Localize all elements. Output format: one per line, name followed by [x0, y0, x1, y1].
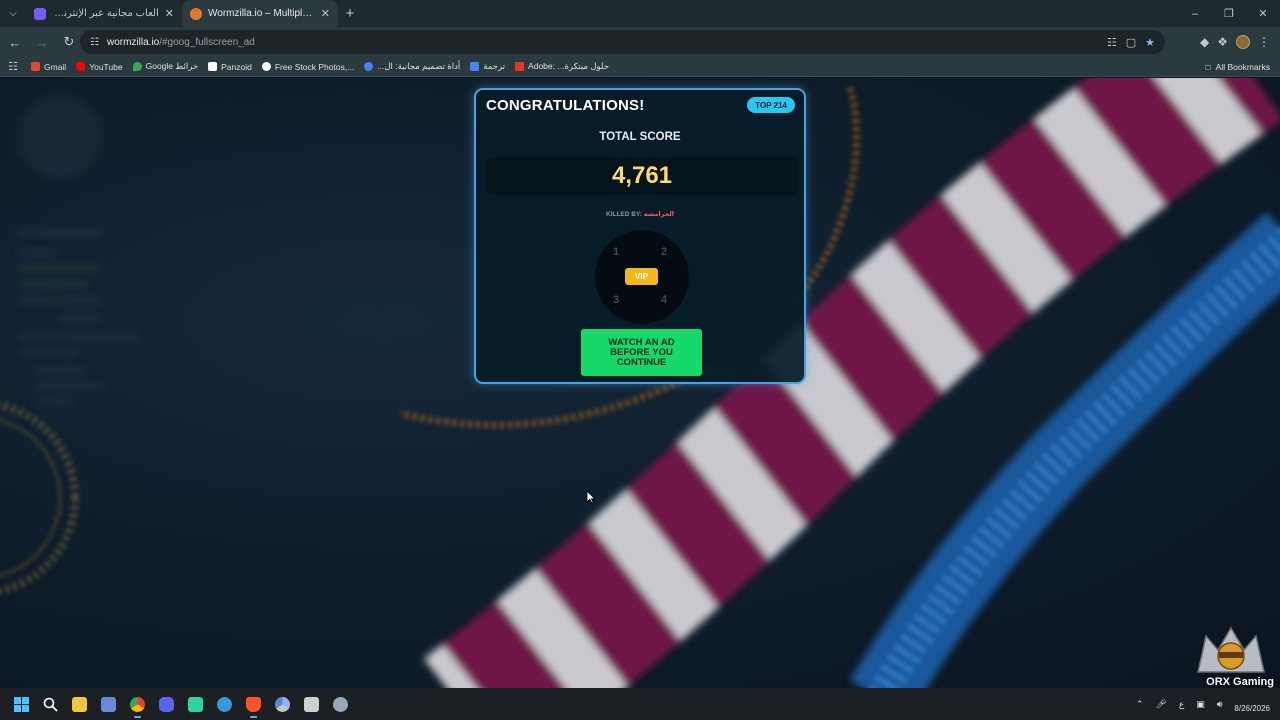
- bookmark-gmail[interactable]: Gmail: [26, 62, 71, 72]
- killed-by-label: KILLED BY:: [605, 211, 642, 218]
- game-launcher-icon[interactable]: [181, 690, 210, 719]
- site-info-icon[interactable]: ☷: [90, 37, 99, 48]
- discord-icon[interactable]: [152, 690, 181, 719]
- watch-ad-button[interactable]: WATCH AN AD BEFORE YOU CONTINUE: [581, 329, 702, 376]
- bookmark-star-icon[interactable]: ★: [1145, 36, 1155, 49]
- bookmark-youtube[interactable]: YouTube: [71, 62, 127, 72]
- extensions-area: ◆ ❖ ⋮: [1200, 27, 1280, 57]
- killed-by: KILLED BY: الحرامشه: [476, 210, 804, 218]
- canva-icon: [364, 62, 374, 71]
- omnibox-actions: ☷ ▢ ★: [1107, 30, 1155, 54]
- reload-icon[interactable]: ↻: [57, 30, 81, 54]
- pexels-icon: [261, 62, 271, 71]
- search-icon[interactable]: [36, 690, 65, 719]
- tab-wormzilla[interactable]: Wormzilla.io – Multiplayer Snake ✕: [182, 0, 338, 27]
- browser-icon[interactable]: [210, 690, 239, 719]
- chrome-dev-icon[interactable]: [268, 690, 297, 719]
- tab-strip: ⌵ ألعاب مجانية عبر الإنترنت على كرا ✕ Wo…: [0, 0, 1280, 27]
- score-label: TOTAL SCORE: [599, 131, 681, 143]
- magnifier-icon: [43, 697, 58, 712]
- network-icon[interactable]: ▣: [1196, 699, 1205, 710]
- close-tab-icon[interactable]: ✕: [165, 7, 174, 20]
- wheel-number: 4: [661, 294, 668, 306]
- game-viewport[interactable]: CONGRATULATIONS! TOP 214 TOTAL SCORE 4,7…: [0, 78, 1280, 688]
- close-window-icon[interactable]: ✕: [1246, 0, 1280, 27]
- back-arrow-icon[interactable]: ←: [3, 30, 27, 54]
- file-explorer-icon[interactable]: [65, 690, 94, 719]
- channel-watermark: ORX Gaming: [1206, 676, 1274, 688]
- score-value: 4,761: [486, 157, 798, 195]
- tab-kralgames[interactable]: ألعاب مجانية عبر الإنترنت على كرا ✕: [26, 0, 182, 27]
- vip-badge[interactable]: VIP: [625, 268, 658, 285]
- panel-title: CONGRATULATIONS!: [486, 97, 645, 114]
- extension-icon[interactable]: ◆: [1200, 35, 1209, 49]
- close-tab-icon[interactable]: ✕: [321, 7, 330, 20]
- puzzle-icon[interactable]: ❖: [1217, 35, 1228, 49]
- windows-taskbar: ⌃ 🎤︎ ع ▣ 🔊︎ 8/26/2026: [0, 688, 1280, 720]
- chrome-icon[interactable]: [123, 690, 152, 719]
- forward-arrow-icon[interactable]: →: [30, 30, 54, 54]
- tab-title: ألعاب مجانية عبر الإنترنت على كرا: [52, 8, 159, 19]
- tab-search-chevron-icon[interactable]: ⌵: [0, 0, 26, 27]
- gmail-icon: [31, 62, 40, 71]
- wheel-number: 3: [613, 294, 620, 306]
- killer-name: الحرامشه: [643, 211, 675, 218]
- profile-avatar[interactable]: [1236, 35, 1250, 49]
- settings-icon[interactable]: [326, 690, 355, 719]
- microphone-icon[interactable]: 🎤︎: [1155, 699, 1166, 710]
- all-bookmarks-button[interactable]: □ All Bookmarks: [1206, 57, 1270, 77]
- restore-icon[interactable]: ❐: [1212, 0, 1246, 27]
- windows-logo-icon: [14, 696, 29, 712]
- brave-icon[interactable]: [239, 690, 268, 719]
- folder-icon: □: [1205, 62, 1211, 72]
- bookmark-translate[interactable]: ترجمة: [465, 61, 510, 72]
- chevron-up-icon[interactable]: ⌃: [1136, 699, 1144, 710]
- clock[interactable]: 8/26/2026: [1234, 704, 1270, 714]
- vip-wheel[interactable]: 1 2 3 4 VIP: [595, 230, 689, 324]
- minimize-icon[interactable]: –: [1178, 0, 1212, 27]
- bookmark-google-maps[interactable]: خرائط Google: [128, 61, 204, 72]
- url-path: /#goog_fullscreen_ad: [159, 36, 255, 48]
- game-over-panel: CONGRATULATIONS! TOP 214 TOTAL SCORE 4,7…: [474, 88, 806, 384]
- bookmark-panzoid[interactable]: Panzoid: [203, 62, 257, 72]
- wheel-number: 1: [613, 246, 620, 258]
- maps-pin-icon: [132, 62, 142, 71]
- bookmark-adobe[interactable]: حلول مبتكرة... :Adobe: [510, 61, 614, 72]
- blurred-minimap: [18, 94, 138, 405]
- taskbar-pinned-apps: [0, 690, 355, 719]
- bookmark-design-tool[interactable]: أداة تصميم مجانية: ال...: [359, 61, 465, 72]
- tab-favicon-icon: [34, 7, 46, 20]
- app-icon[interactable]: [94, 690, 123, 719]
- plus-icon[interactable]: +: [338, 0, 362, 27]
- window-controls: – ❐ ✕: [1178, 0, 1280, 27]
- tab-favicon-icon: [190, 7, 202, 20]
- bookmark-free-stock-photos[interactable]: Free Stock Photos,...: [257, 62, 359, 72]
- store-icon[interactable]: [297, 690, 326, 719]
- kebab-menu-icon[interactable]: ⋮: [1258, 35, 1270, 49]
- wheel-number: 2: [661, 246, 668, 258]
- date: 8/26/2026: [1234, 704, 1270, 713]
- volume-icon[interactable]: 🔊︎: [1217, 699, 1223, 710]
- mouse-cursor-icon: [586, 490, 596, 504]
- apps-grid-icon[interactable]: ☷: [0, 60, 26, 73]
- browser-toolbar: ← → ↻ ☷ wormzilla.io /#goog_fullscreen_a…: [0, 27, 1280, 57]
- address-bar[interactable]: ☷ wormzilla.io /#goog_fullscreen_ad ☷ ▢ …: [80, 30, 1165, 54]
- bookmarks-bar: ☷ Gmail YouTube خرائط Google Panzoid Fre…: [0, 57, 1280, 77]
- system-tray: ⌃ 🎤︎ ع ▣ 🔊︎ 8/26/2026: [1136, 688, 1270, 720]
- windows-start-icon[interactable]: [7, 690, 36, 719]
- translate-icon: [470, 62, 480, 71]
- tab-title: Wormzilla.io – Multiplayer Snake: [208, 8, 315, 19]
- youtube-icon: [76, 62, 86, 71]
- input-language[interactable]: ع: [1179, 699, 1184, 710]
- translate-icon[interactable]: ☷: [1107, 36, 1117, 49]
- url-host: wormzilla.io: [106, 36, 160, 48]
- panzoid-icon: [208, 62, 218, 71]
- cast-icon[interactable]: ▢: [1126, 36, 1136, 49]
- rank-badge: TOP 214: [747, 97, 795, 113]
- adobe-icon: [515, 62, 525, 71]
